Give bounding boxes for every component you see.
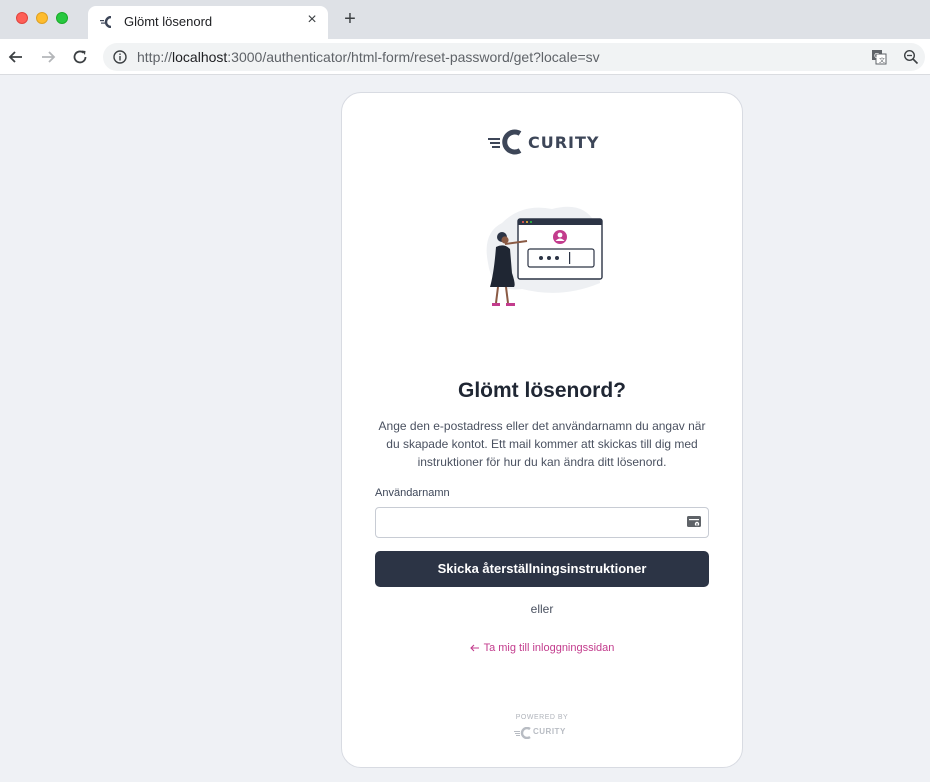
or-separator: eller — [530, 602, 554, 616]
tab-title: Glömt lösenord — [124, 14, 213, 29]
address-bar[interactable]: http://localhost:3000/authenticator/html… — [103, 43, 925, 71]
username-label: Användarnamn — [375, 487, 450, 499]
curity-favicon-icon — [100, 16, 112, 28]
forgot-password-illustration — [486, 206, 603, 306]
autofill-key-icon[interactable] — [687, 516, 701, 529]
username-input[interactable] — [376, 508, 676, 537]
arrow-left-icon[interactable] — [6, 47, 26, 67]
browser-tab[interactable]: Glömt lösenord × — [88, 6, 328, 39]
url-text: http://localhost:3000/authenticator/html… — [137, 49, 600, 65]
browser-toolbar: http://localhost:3000/authenticator/html… — [0, 39, 930, 75]
tab-close-icon[interactable]: × — [304, 12, 320, 28]
new-tab-icon[interactable]: + — [341, 9, 359, 29]
curity-logo-icon — [488, 129, 522, 155]
powered-logo-text: CURITY — [533, 727, 566, 736]
reload-icon[interactable] — [70, 47, 90, 67]
minimize-window-button[interactable] — [36, 12, 48, 24]
arrow-right-icon[interactable] — [38, 47, 58, 67]
browser-tab-bar: Glömt lösenord × + — [0, 0, 930, 39]
send-reset-instructions-button[interactable]: Skicka återställningsinstruktioner — [375, 551, 709, 587]
username-field-wrapper — [375, 507, 709, 538]
reset-password-card: CURITY Glömt lösenord? Ange den e-postad… — [341, 92, 743, 768]
zoom-out-icon[interactable] — [903, 49, 919, 65]
curity-logo-icon — [514, 726, 531, 740]
logo-text: CURITY — [528, 133, 600, 152]
svg-text:文: 文 — [879, 57, 885, 65]
arrow-left-icon — [469, 644, 479, 652]
translate-icon[interactable]: G 文 — [871, 49, 887, 65]
instructions-text: Ange den e-postadress eller det användar… — [378, 419, 706, 469]
page-title: Glömt lösenord? — [458, 379, 626, 402]
powered-by-text: POWERED BY — [515, 714, 569, 721]
powered-by-logo: CURITY — [514, 726, 570, 740]
maximize-window-button[interactable] — [56, 12, 68, 24]
curity-logo: CURITY — [488, 129, 600, 155]
back-to-login-link[interactable]: Ta mig till inloggningssidan — [342, 642, 742, 654]
close-window-button[interactable] — [16, 12, 28, 24]
info-icon[interactable] — [113, 50, 127, 64]
back-link-label: Ta mig till inloggningssidan — [483, 642, 615, 654]
